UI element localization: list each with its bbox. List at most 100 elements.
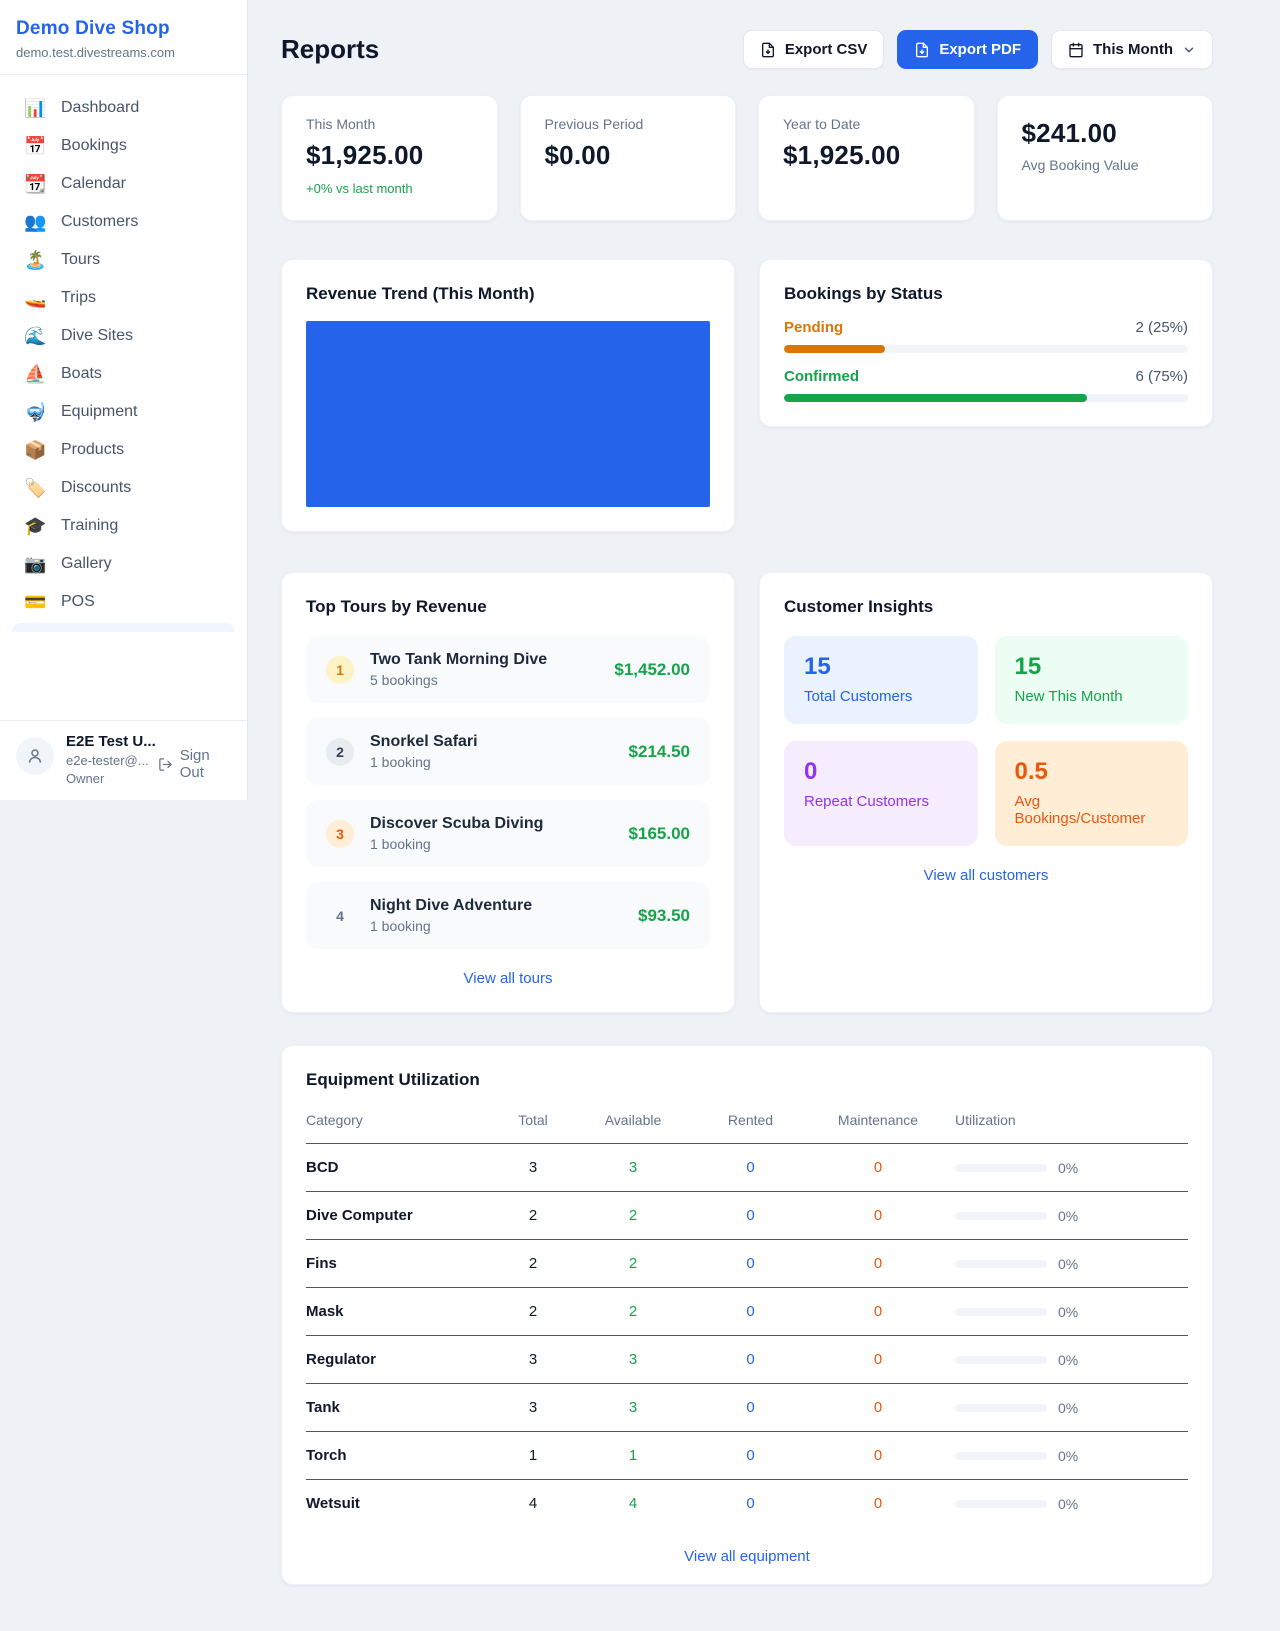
view-all-customers-link[interactable]: View all customers (924, 867, 1049, 884)
cell-total: 3 (488, 1336, 578, 1384)
user-name: E2E Test U... (66, 733, 146, 750)
tour-row-snorkel-safari: 2Snorkel Safari1 booking$214.50 (306, 718, 710, 785)
tour-rows: 1Two Tank Morning Dive5 bookings$1,452.0… (306, 636, 710, 949)
cell-total: 2 (488, 1240, 578, 1288)
table-row-regulator: Regulator33000% (306, 1336, 1188, 1384)
top-tours-card: Top Tours by Revenue 1Two Tank Morning D… (281, 572, 735, 1013)
view-all-equipment-link[interactable]: View all equipment (684, 1548, 810, 1565)
brand-domain: demo.test.divestreams.com (16, 45, 231, 60)
app-root: Demo Dive Shop demo.test.divestreams.com… (0, 0, 1280, 1631)
cell-total: 3 (488, 1384, 578, 1432)
sidebar-item-bookings[interactable]: 📅Bookings (12, 127, 235, 165)
sidebar-item-discounts[interactable]: 🏷️Discounts (12, 469, 235, 507)
sidebar-item-customers[interactable]: 👥 Customers (12, 203, 235, 241)
equipment-table: CategoryTotalAvailableRentedMaintenanceU… (306, 1102, 1188, 1527)
status-count: 6 (75%) (1135, 368, 1188, 385)
sidebar-item-boats[interactable]: ⛵Boats (12, 355, 235, 393)
stat-value: $1,925.00 (783, 140, 950, 171)
tour-bookings: 1 booking (370, 754, 478, 770)
sidebar-item-tours[interactable]: 🏝️Tours (12, 241, 235, 279)
cell-available: 2 (578, 1288, 688, 1336)
cell-available: 3 (578, 1384, 688, 1432)
sidebar-item-equipment[interactable]: 🤿Equipment (12, 393, 235, 431)
sidebar-item-reports-peek[interactable] (12, 623, 235, 632)
cell-available: 2 (578, 1192, 688, 1240)
sidebar-item-dive-sites[interactable]: 🌊Dive Sites (12, 317, 235, 355)
charts-row: Revenue Trend (This Month) Bookings by S… (281, 259, 1213, 532)
insight-tile-repeat-customers: 0 Repeat Customers (784, 741, 978, 846)
trips-icon: 🚤 (24, 289, 46, 307)
sidebar-item-label: POS (61, 593, 95, 611)
insight-value: 0.5 (1015, 758, 1169, 786)
sign-out-button[interactable]: Sign Out (158, 747, 231, 781)
period-select[interactable]: This Month (1051, 30, 1213, 69)
stat-card-previous-period: Previous Period$0.00 (520, 95, 737, 221)
stat-card-year-to-date: Year to Date$1,925.00 (758, 95, 975, 221)
rank-badge: 2 (326, 738, 354, 766)
sidebar-nav: 📊Dashboard📅Bookings📆Calendar 👥 Customers 🏝️… (0, 75, 247, 621)
sidebar-item-label: Dive Sites (61, 327, 133, 345)
utilization-bar-track (955, 1308, 1047, 1316)
stat-value: $241.00 (1022, 118, 1189, 149)
main-content: Reports Export CSV Export PDF This Month… (248, 0, 1280, 1631)
table-row-dive-computer: Dive Computer22000% (306, 1192, 1188, 1240)
lists-row: Top Tours by Revenue 1Two Tank Morning D… (281, 572, 1213, 1013)
rank-badge: 4 (326, 902, 354, 930)
utilization-percent: 0% (1058, 1352, 1078, 1368)
tour-revenue: $1,452.00 (614, 660, 690, 680)
sidebar-item-trips[interactable]: 🚤Trips (12, 279, 235, 317)
tour-bookings: 1 booking (370, 918, 532, 934)
sidebar-item-label: Training (61, 517, 118, 535)
cell-maintenance: 0 (813, 1336, 943, 1384)
brand-block: Demo Dive Shop demo.test.divestreams.com (0, 0, 247, 75)
insight-value: 0 (804, 758, 958, 786)
utilization-bar-track (955, 1500, 1047, 1508)
cell-utilization: 0% (943, 1144, 1188, 1192)
tour-revenue: $165.00 (629, 824, 690, 844)
tour-revenue: $214.50 (629, 742, 690, 762)
insight-label: Repeat Customers (804, 793, 958, 810)
sidebar-item-pos[interactable]: 💳POS (12, 583, 235, 621)
sidebar-item-products[interactable]: 📦Products (12, 431, 235, 469)
sidebar-item-gallery[interactable]: 📷Gallery (12, 545, 235, 583)
sidebar-item-training[interactable]: 🎓 Training (12, 507, 235, 545)
sidebar-item-label: Customers (61, 213, 138, 231)
sidebar-item-label: Products (61, 441, 124, 459)
sidebar-item-dashboard[interactable]: 📊Dashboard (12, 89, 235, 127)
sidebar-item-label: Dashboard (61, 99, 139, 117)
sidebar-item-calendar[interactable]: 📆Calendar (12, 165, 235, 203)
cell-total: 3 (488, 1144, 578, 1192)
brand-name[interactable]: Demo Dive Shop (16, 18, 231, 40)
column-header-category: Category (306, 1102, 488, 1144)
equipment-table-body: BCD33000%Dive Computer22000%Fins22000%Ma… (306, 1144, 1188, 1528)
cell-available: 3 (578, 1144, 688, 1192)
revenue-trend-title: Revenue Trend (This Month) (306, 284, 710, 304)
sign-out-label: Sign Out (180, 747, 231, 781)
chevron-down-icon (1182, 43, 1196, 57)
cell-utilization: 0% (943, 1480, 1188, 1528)
training-icon: 🎓 (24, 517, 46, 535)
utilization-percent: 0% (1058, 1208, 1078, 1224)
user-avatar-icon (26, 747, 44, 765)
cell-rented: 0 (688, 1480, 813, 1528)
cell-maintenance: 0 (813, 1480, 943, 1528)
column-header-utilization: Utilization (943, 1102, 1188, 1144)
cell-maintenance: 0 (813, 1432, 943, 1480)
customers-icon: 👥 (24, 213, 46, 231)
stat-card-avg-booking-value: $241.00Avg Booking Value (997, 95, 1214, 221)
utilization-bar-track (955, 1404, 1047, 1412)
page-title: Reports (281, 34, 379, 65)
stat-label: This Month (306, 116, 473, 132)
cell-rented: 0 (688, 1432, 813, 1480)
equipment-utilization-card: Equipment Utilization CategoryTotalAvail… (281, 1045, 1213, 1585)
insight-value: 15 (804, 653, 958, 681)
status-bar-track (784, 345, 1188, 353)
tour-name: Night Dive Adventure (370, 897, 532, 915)
export-pdf-button[interactable]: Export PDF (897, 30, 1038, 69)
cell-total: 2 (488, 1288, 578, 1336)
cell-available: 1 (578, 1432, 688, 1480)
sidebar-user-footer: E2E Test U... e2e-tester@... Owner Sign … (0, 720, 247, 800)
view-all-tours-link[interactable]: View all tours (464, 970, 553, 987)
discounts-icon: 🏷️ (24, 479, 46, 497)
export-csv-button[interactable]: Export CSV (743, 30, 885, 69)
